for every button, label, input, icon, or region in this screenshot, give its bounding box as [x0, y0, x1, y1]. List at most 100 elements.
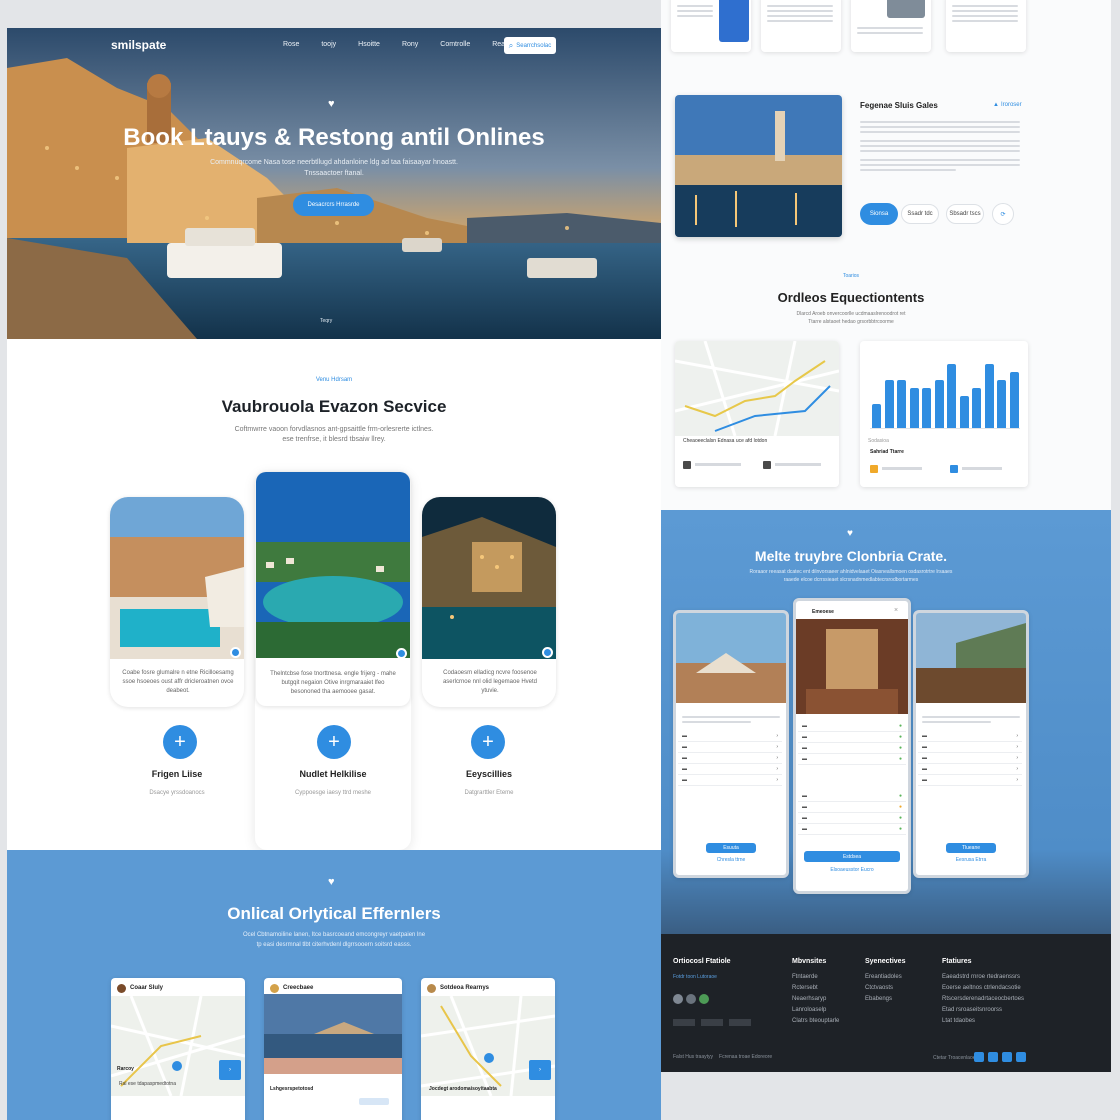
refresh-icon[interactable]: ⟳ — [992, 203, 1014, 225]
map-card[interactable]: Cheaoeeclalsn Ednasa uce afd lotdon — [675, 341, 839, 487]
footer-link[interactable]: Clatrs bteouptarle — [792, 1016, 839, 1027]
featured-heading: Fegenae Sluis Gales — [860, 101, 938, 110]
phone-button[interactable]: Estdsea — [804, 851, 900, 862]
offer-card[interactable]: Coaar Sluly Rarcoy › Ral ese tdapaspmedt… — [111, 978, 245, 1120]
nav-item[interactable]: Hsoitte — [358, 41, 380, 48]
nav-search-button[interactable]: ⌕ Searrchsolac — [504, 37, 556, 54]
card-photo — [264, 994, 402, 1074]
go-button[interactable]: › — [529, 1060, 551, 1080]
social-icon[interactable] — [1002, 1052, 1012, 1062]
chart-bar — [909, 388, 919, 428]
social-icon[interactable] — [988, 1052, 998, 1062]
footer-link[interactable]: Rtscersderenadrtaceocbertoes — [942, 994, 1024, 1005]
search-icon: ⌕ — [508, 40, 514, 50]
offers-title: Onlical Orlytical Effernlers — [227, 904, 441, 923]
phone-link[interactable]: Elsoaeusstor Eucro — [796, 867, 908, 873]
social-icon[interactable] — [673, 994, 683, 1004]
nav-item[interactable]: Rose — [283, 41, 299, 48]
site-footer: Ortiocosl Ftatiole Fotdr toon Lutoraoe M… — [661, 934, 1111, 1072]
footer-link[interactable]: Rctersebt — [792, 983, 839, 994]
top-product-card[interactable] — [851, 0, 931, 52]
phone-text-lines — [682, 713, 780, 726]
copyright: Falst Hus traaytyy — [673, 1054, 714, 1060]
stats-card[interactable]: Sodasioa Sahriad Ttarre — [860, 341, 1028, 487]
footer-link[interactable]: Eoerse aeltnos ctrlendacsotie — [942, 983, 1024, 994]
pill-button[interactable]: Ssadr tdc — [901, 204, 939, 224]
store-badge[interactable] — [673, 1019, 695, 1026]
featured-link[interactable]: ▲ Iroroser — [993, 102, 1022, 108]
phone-mockup[interactable]: ▬ › ▬ › ▬ › ▬ › ▬ › Tlueane Eesrusa Etrra — [913, 610, 1029, 878]
overview-eyebrow: Toarios — [842, 273, 860, 279]
product-image — [719, 0, 749, 42]
footer-link[interactable]: Etad rsroaseitsnroorss — [942, 1005, 1024, 1016]
footer-col-line: Fotdr toon Lutoraoe — [673, 974, 717, 980]
phone-link[interactable]: Chresla ttrne — [676, 857, 786, 863]
nav-item[interactable]: Comtrolle — [440, 41, 470, 48]
offer-card[interactable]: Sotdeoa Rearnys › Jocdegt arodomaisoyita… — [421, 978, 555, 1120]
primary-pill-button[interactable]: Sionsa — [860, 203, 898, 225]
go-button[interactable]: › — [219, 1060, 241, 1080]
footer-link[interactable]: Ebabengs — [865, 994, 902, 1005]
service-photo-pool — [110, 497, 244, 659]
chart-bar — [959, 396, 969, 428]
offer-card[interactable]: Creecbaee Lshgesrspetotosd — [264, 978, 402, 1120]
featured-text — [860, 118, 1020, 174]
footer-col-title: Ftatiures — [942, 958, 972, 965]
phone-photo-room — [796, 619, 908, 714]
add-button[interactable]: + — [317, 725, 351, 759]
pill-button[interactable]: Sbsadr tscs — [946, 204, 984, 224]
list-item — [950, 465, 1010, 473]
offers-section: ♥ Onlical Orlytical Effernlers Ocel Cbtn… — [7, 850, 661, 1120]
stats-title: Sahriad Ttarre — [870, 449, 904, 455]
hero-cta-button[interactable]: Desacrcrs Hrrasrde — [293, 194, 374, 216]
phone-link[interactable]: Eesrusa Etrra — [916, 857, 1026, 863]
social-icon[interactable] — [699, 994, 709, 1004]
phone-mockup[interactable]: Emeoese × ▬ ● ▬ ● ▬ ● ▬ ● ▬ ● ▬ ● ▬ ● ▬ ● Estdsea Elso… — [793, 598, 911, 894]
phone-button[interactable]: Tlueane — [946, 843, 996, 853]
phone-text-lines — [922, 713, 1020, 726]
footer-link[interactable]: Neaerhsaryp — [792, 994, 839, 1005]
stats-label: Sodasioa — [868, 438, 889, 444]
footer-link[interactable]: Lanroloaselp — [792, 1005, 839, 1016]
social-icon[interactable] — [1016, 1052, 1026, 1062]
top-product-card[interactable] — [761, 0, 841, 52]
service-photo-night — [422, 497, 556, 659]
top-product-card[interactable] — [946, 0, 1026, 52]
close-icon[interactable]: × — [894, 607, 898, 614]
phone-mockup[interactable]: ▬ › ▬ › ▬ › ▬ › ▬ › Esuuta Chresla ttrne — [673, 610, 789, 878]
phone-button[interactable]: Esuuta — [706, 843, 756, 853]
add-button[interactable]: + — [163, 725, 197, 759]
store-badge[interactable] — [701, 1019, 723, 1026]
social-icon[interactable] — [974, 1052, 984, 1062]
phone-photo-resort — [676, 613, 786, 703]
top-product-card[interactable] — [671, 0, 751, 52]
offer-card-label: Jocdegt arodomaisoyitaabta — [429, 1086, 497, 1092]
hero-subtitle-1: Commnuqrcome Nasa tose neerbtllugd ahdan… — [210, 159, 458, 166]
brand-logo[interactable]: smilspate — [111, 38, 166, 52]
footer-col-title: Mbvnsites — [792, 958, 827, 965]
hero-title: Book Ltauys & Restong antil Onlines — [123, 124, 545, 151]
phone-photo-terrace — [916, 613, 1026, 703]
nav-item[interactable]: Rony — [402, 41, 418, 48]
footer-link[interactable]: Eaeadstrd rnroe rtedraenssrs — [942, 972, 1024, 983]
map-view — [421, 996, 555, 1096]
footer-link[interactable]: Ftntaerde — [792, 972, 839, 983]
service-card[interactable]: Coabe fosre glumalre n etne Ricilloesamg… — [110, 497, 244, 707]
footer-bottom-links[interactable]: Fcrenaa troae Edoreore — [719, 1054, 772, 1060]
heart-icon: ♥ — [328, 876, 335, 888]
nav-item[interactable]: toojy — [321, 41, 336, 48]
overview-desc-1: Dlarcd Aroeb onvercoorlle ucdmaaslrenood… — [796, 311, 906, 317]
phone-list: ▬ › ▬ › ▬ › ▬ › ▬ › — [918, 731, 1022, 786]
footer-link[interactable]: Ltat tdaobes — [942, 1016, 1024, 1027]
footer-link[interactable]: Ereantiadoles — [865, 972, 902, 983]
social-icon[interactable] — [686, 994, 696, 1004]
service-sublabel: Dsacye yrssdoanocs — [149, 790, 205, 796]
service-card[interactable]: Codaoesm elladicg ncvre foosenoe aserlcr… — [422, 497, 556, 707]
footer-link[interactable]: Ctctvaosts — [865, 983, 902, 994]
footer-col: Ereantiadoles Ctctvaosts Ebabengs — [865, 972, 902, 1005]
add-button[interactable]: + — [471, 725, 505, 759]
footer-col-title: Syenectives — [865, 958, 906, 965]
store-badge[interactable] — [729, 1019, 751, 1026]
service-card[interactable]: Thelntcbse fose tnorttnesa. engle frijer… — [256, 472, 410, 706]
footer-right[interactable]: Ctetar Troacenlaoe — [933, 1055, 976, 1061]
